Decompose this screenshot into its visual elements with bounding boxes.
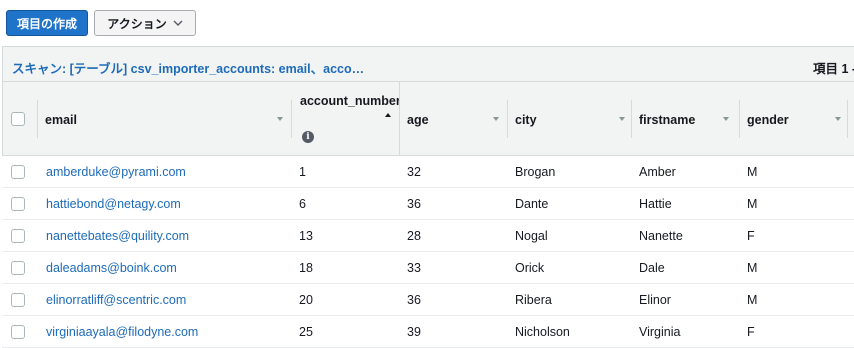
column-header-label: age xyxy=(407,113,429,127)
table-row[interactable]: amberduke@pyrami.com 1 32 Brogan Amber M xyxy=(2,156,854,188)
city-cell: Nicholson xyxy=(515,325,570,339)
table-row[interactable]: virginiaayala@filodyne.com 25 39 Nichols… xyxy=(2,316,854,348)
firstname-cell: Elinor xyxy=(639,293,671,307)
account-number-cell: 6 xyxy=(299,197,306,211)
column-header-city[interactable]: city xyxy=(507,82,631,155)
age-cell: 32 xyxy=(407,165,421,179)
city-cell: Orick xyxy=(515,261,545,275)
toolbar: 項目の作成 アクション xyxy=(0,0,854,46)
column-header-account-number[interactable]: account_number xyxy=(291,82,399,155)
city-cell: Dante xyxy=(515,197,549,211)
column-divider xyxy=(847,100,848,138)
column-header-label: gender xyxy=(747,113,789,127)
panel-header: スキャン: [テーブル] csv_importer_accounts: emai… xyxy=(3,47,854,82)
age-cell: 39 xyxy=(407,325,421,339)
row-checkbox[interactable] xyxy=(11,261,25,275)
firstname-cell: Hattie xyxy=(639,197,672,211)
gender-cell: M xyxy=(747,197,758,211)
select-all-checkbox[interactable] xyxy=(11,112,25,126)
age-cell: 28 xyxy=(407,229,421,243)
account-number-cell: 1 xyxy=(299,165,306,179)
row-checkbox[interactable] xyxy=(11,325,25,339)
gender-cell: M xyxy=(747,165,758,179)
table-row[interactable]: hattiebond@netagy.com 6 36 Dante Hattie … xyxy=(2,188,854,220)
email-link[interactable]: elinorratliff@scentric.com xyxy=(46,293,186,307)
column-header-label: account_number xyxy=(300,94,399,108)
email-link[interactable]: nanettebates@quility.com xyxy=(46,229,189,243)
sort-caret-icon xyxy=(619,117,625,121)
column-header-label: firstname xyxy=(639,113,696,127)
gender-cell: F xyxy=(747,325,755,339)
account-number-cell: 20 xyxy=(299,293,313,307)
account-number-cell: 25 xyxy=(299,325,313,339)
email-link[interactable]: hattiebond@netagy.com xyxy=(46,197,181,211)
account-number-cell: 18 xyxy=(299,261,313,275)
scan-title: スキャン: [テーブル] csv_importer_accounts: emai… xyxy=(12,62,365,76)
sort-caret-icon xyxy=(493,117,499,121)
age-cell: 36 xyxy=(407,197,421,211)
column-header-label: city xyxy=(515,113,537,127)
create-item-label: 項目の作成 xyxy=(16,16,77,31)
sort-caret-icon xyxy=(723,117,729,121)
column-header-age[interactable]: age xyxy=(399,82,507,155)
table-row[interactable]: nanettebates@quility.com 13 28 Nogal Nan… xyxy=(2,220,854,252)
pagination-label: 項目 1 - xyxy=(813,62,854,76)
actions-dropdown-button[interactable]: アクション xyxy=(94,10,196,36)
create-item-button[interactable]: 項目の作成 xyxy=(6,10,88,36)
age-cell: 33 xyxy=(407,261,421,275)
gender-cell: M xyxy=(747,261,758,275)
gender-cell: M xyxy=(747,293,758,307)
row-checkbox[interactable] xyxy=(11,229,25,243)
column-header-email[interactable]: email xyxy=(37,82,291,155)
account-number-cell: 13 xyxy=(299,229,313,243)
row-checkbox[interactable] xyxy=(11,197,25,211)
gender-cell: F xyxy=(747,229,755,243)
column-header-gender[interactable]: gender xyxy=(739,82,847,155)
row-checkbox[interactable] xyxy=(11,293,25,307)
column-header-firstname[interactable]: firstname xyxy=(631,82,739,155)
email-link[interactable]: daleadams@boink.com xyxy=(46,261,177,275)
table-header: email account_number age city firstname … xyxy=(3,82,854,156)
sort-ascending-icon xyxy=(385,113,391,117)
firstname-cell: Virginia xyxy=(639,325,681,339)
firstname-cell: Dale xyxy=(639,261,665,275)
actions-label: アクション xyxy=(107,16,167,31)
sort-caret-icon xyxy=(277,117,283,121)
firstname-cell: Nanette xyxy=(639,229,683,243)
table-row[interactable]: elinorratliff@scentric.com 20 36 Ribera … xyxy=(2,284,854,316)
table-row[interactable]: daleadams@boink.com 18 33 Orick Dale M xyxy=(2,252,854,284)
city-cell: Brogan xyxy=(515,165,556,179)
column-header-label: email xyxy=(45,113,77,127)
city-cell: Nogal xyxy=(515,229,548,243)
chevron-down-icon xyxy=(173,20,183,26)
city-cell: Ribera xyxy=(515,293,552,307)
email-link[interactable]: amberduke@pyrami.com xyxy=(46,165,186,179)
row-checkbox[interactable] xyxy=(11,165,25,179)
info-icon[interactable]: i xyxy=(302,131,314,143)
age-cell: 36 xyxy=(407,293,421,307)
email-link[interactable]: virginiaayala@filodyne.com xyxy=(46,325,198,339)
sort-caret-icon xyxy=(835,117,841,121)
firstname-cell: Amber xyxy=(639,165,676,179)
